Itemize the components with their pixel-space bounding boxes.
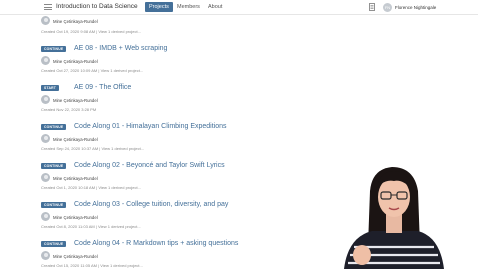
derived-project-link[interactable]: View 1 derived project... (101, 68, 144, 73)
project-title[interactable]: Code Along 03 - College tuition, diversi… (74, 201, 228, 208)
continue-button[interactable]: CONTINUE (41, 46, 67, 52)
author-avatar (41, 134, 50, 143)
author-avatar (41, 16, 50, 25)
app-title[interactable]: Introduction to Data Science (56, 3, 138, 10)
project-title[interactable]: Code Along 01 - Himalayan Climbing Exped… (74, 123, 227, 130)
author-name: Mine Çetinkaya-Rundel (53, 58, 98, 64)
project-title[interactable]: Code Along 02 - Beyoncé and Taylor Swift… (74, 162, 225, 169)
author-name: Mine Çetinkaya-Rundel (53, 214, 98, 220)
continue-button[interactable]: CONTINUE (41, 124, 67, 130)
continue-button[interactable]: CONTINUE (41, 241, 67, 247)
avatar[interactable]: FN (383, 3, 392, 12)
hamburger-icon[interactable] (44, 4, 52, 10)
derived-project-link[interactable]: View 1 derived project... (101, 146, 144, 151)
project-created-meta: Created Oct 8, 2020 11:03 AM | View 1 de… (41, 224, 141, 229)
project-created-meta: Created Oct 19, 2020 9:08 AM | View 1 de… (41, 29, 141, 34)
derived-project-link[interactable]: View 1 derived project... (98, 224, 141, 229)
author-name: Mine Çetinkaya-Rundel (53, 18, 98, 24)
project-created-meta: Created Oct 1, 2020 10:18 AM | View 1 de… (41, 185, 141, 190)
continue-button[interactable]: CONTINUE (41, 202, 67, 208)
notebook-icon[interactable] (369, 3, 375, 11)
continue-button[interactable]: CONTINUE (41, 163, 67, 169)
author-name: Mine Çetinkaya-Rundel (53, 175, 98, 181)
tab-about[interactable]: About (204, 2, 226, 12)
project-created-meta: Created Nov 22, 2020 3:28 PM (41, 107, 97, 112)
author-avatar (41, 212, 50, 221)
derived-project-link[interactable]: View 1 derived project... (98, 185, 141, 190)
tab-members[interactable]: Members (173, 2, 204, 12)
derived-project-link[interactable]: View 1 derived project... (100, 263, 143, 268)
project-created-meta: Created Sep 24, 2020 10:37 AM | View 1 d… (41, 146, 145, 151)
presenter-video (310, 151, 478, 269)
author-name: Mine Çetinkaya-Rundel (53, 97, 98, 103)
author-avatar (41, 251, 50, 260)
author-name: Mine Çetinkaya-Rundel (53, 253, 98, 259)
project-created-meta: Created Oct 27, 2020 10:09 AM | View 1 d… (41, 68, 144, 73)
tab-projects[interactable]: Projects (145, 2, 173, 12)
project-title[interactable]: AE 08 - IMDB + Web scraping (74, 45, 167, 52)
project-title[interactable]: AE 09 - The Office (74, 84, 131, 91)
project-title[interactable]: Code Along 04 - R Markdown tips + asking… (74, 240, 238, 247)
top-header: Introduction to Data Science Projects Me… (0, 0, 478, 15)
start-button[interactable]: START (41, 85, 60, 91)
author-avatar (41, 56, 50, 65)
author-avatar (41, 173, 50, 182)
derived-project-link[interactable]: View 1 derived project... (98, 29, 141, 34)
author-avatar (41, 95, 50, 104)
user-name[interactable]: Florence Nightingale (395, 5, 436, 10)
project-created-meta: Created Oct 15, 2020 11:05 AM | View 1 d… (41, 263, 143, 268)
author-name: Mine Çetinkaya-Rundel (53, 136, 98, 142)
presenter-figure (310, 151, 478, 269)
